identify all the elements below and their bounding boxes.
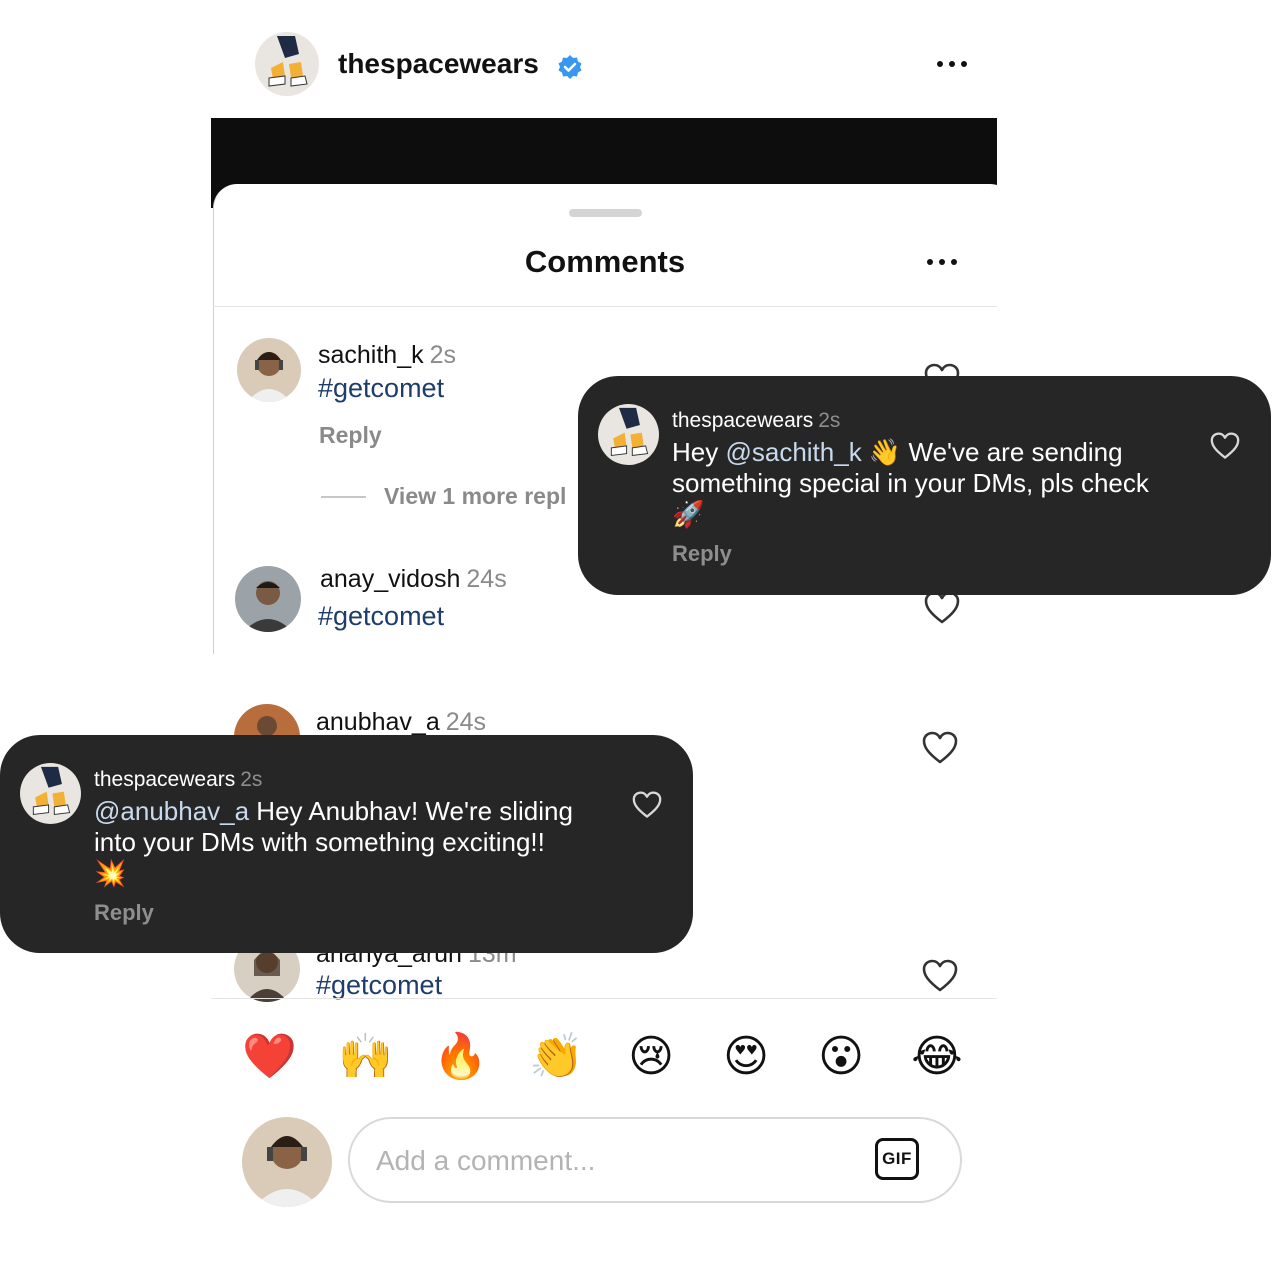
reply-time: 2s	[240, 768, 263, 791]
reply-text: @anubhav_a Hey Anubhav! We're sliding in…	[94, 796, 573, 888]
gif-button[interactable]: GIF	[875, 1138, 919, 1180]
emoji-heart-eyes[interactable]: 😍	[719, 1030, 773, 1084]
comment-time: 24s	[445, 708, 487, 736]
emoji-surprised-face[interactable]: 😮	[814, 1030, 868, 1084]
reply-time: 2s	[818, 409, 841, 432]
reply-button[interactable]: Reply	[672, 541, 732, 567]
comment-username[interactable]: anay_vidosh 24s	[320, 565, 507, 594]
reply-username[interactable]: thespacewears 2s	[672, 409, 840, 433]
emoji-raising-hands[interactable]: 🙌	[338, 1030, 393, 1084]
like-heart-icon[interactable]	[922, 731, 958, 765]
reply-author-avatar[interactable]	[20, 763, 81, 824]
emoji-tears-of-joy[interactable]: 😂	[910, 1030, 964, 1084]
comment-time: 24s	[466, 565, 507, 593]
comment-time: 2s	[429, 341, 457, 369]
like-heart-icon[interactable]	[632, 791, 662, 819]
comment-hashtag[interactable]: #getcomet	[318, 373, 444, 404]
comments-title: Comments	[524, 244, 686, 279]
emoji-fire[interactable]: 🔥	[433, 1030, 488, 1084]
verified-badge-icon	[557, 54, 583, 80]
comment-input[interactable]	[376, 1141, 846, 1181]
like-heart-icon[interactable]	[922, 959, 958, 993]
reply-author-avatar[interactable]	[598, 404, 659, 465]
emoji-heart[interactable]: ❤️	[242, 1030, 297, 1084]
commenter-avatar[interactable]	[235, 566, 301, 632]
emoji-bar-divider	[211, 998, 997, 999]
like-heart-icon[interactable]	[1210, 432, 1240, 460]
post-author-avatar[interactable]	[255, 32, 319, 96]
view-replies-line	[321, 496, 366, 498]
comment-hashtag[interactable]: #getcomet	[318, 601, 444, 632]
reply-button[interactable]: Reply	[94, 900, 154, 926]
reply-mention[interactable]: @anubhav_a	[94, 796, 249, 826]
commenter-avatar[interactable]	[237, 338, 301, 402]
comment-username[interactable]: anubhav_a 24s	[316, 708, 486, 737]
comment-username[interactable]: sachith_k 2s	[318, 341, 456, 370]
sheet-drag-handle[interactable]	[569, 209, 642, 217]
current-user-avatar	[242, 1117, 332, 1207]
view-more-replies-button[interactable]: View 1 more repl	[384, 483, 566, 510]
post-more-options-icon[interactable]	[937, 61, 967, 67]
emoji-clapping-hands[interactable]: 👏	[529, 1030, 584, 1084]
sheet-divider	[213, 306, 997, 307]
reply-button[interactable]: Reply	[319, 422, 382, 449]
reply-mention[interactable]: @sachith_k	[725, 437, 861, 467]
comment-hashtag[interactable]: #getcomet	[316, 970, 442, 1001]
like-heart-icon[interactable]	[924, 591, 960, 625]
emoji-crying-face[interactable]: 😢	[624, 1030, 678, 1084]
comments-more-options-icon[interactable]	[927, 259, 957, 265]
reply-username[interactable]: thespacewears 2s	[94, 768, 262, 792]
post-author-name[interactable]: thespacewears	[338, 48, 539, 80]
reply-text: Hey @sachith_k 👋 We've are sending somet…	[672, 437, 1149, 529]
